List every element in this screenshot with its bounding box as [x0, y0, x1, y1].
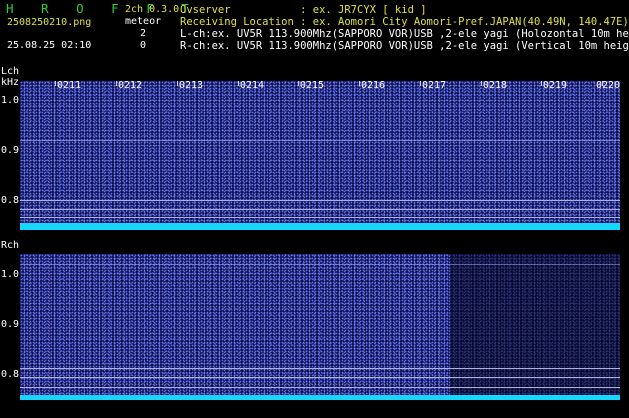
lch-carrier-line — [20, 140, 620, 141]
time-tick — [420, 81, 421, 86]
time-label: 0216 — [361, 80, 386, 91]
rch-ytick-label: 1.0 — [1, 269, 20, 280]
time-label: 0211 — [57, 80, 82, 91]
rch-level-bar — [20, 395, 620, 400]
lch-level-bar — [20, 223, 620, 230]
time-tick — [238, 81, 239, 86]
time-label: 0220 — [596, 80, 621, 91]
time-tick — [298, 81, 299, 86]
lch-ytick-label: 0.8 — [1, 195, 20, 206]
lch-description: L-ch:ex. UV5R 113.900Mhz(SAPPORO VOR)USB… — [180, 28, 629, 40]
mode-label: 2ch 0.3.0 — [125, 4, 180, 15]
meteor-label: meteor — [125, 16, 162, 27]
datetime-label: 25.08.25 02:10 — [7, 40, 92, 51]
time-label: 0215 — [300, 80, 325, 91]
time-label: 0212 — [118, 80, 143, 91]
rch-label: Rch — [1, 240, 20, 251]
lch-marker-line-1 — [20, 200, 620, 201]
lch-ytick-label: 0.9 — [1, 145, 20, 156]
filename-label: 2508250210.png — [7, 17, 92, 28]
time-label: 0214 — [240, 80, 265, 91]
lch-spectrogram — [20, 81, 620, 230]
rch-ytick-label: 0.9 — [1, 319, 20, 330]
rch-marker-line-2 — [20, 377, 620, 378]
lch-marker-line-3 — [20, 217, 620, 218]
time-label: 0218 — [483, 80, 508, 91]
time-label: 0213 — [179, 80, 204, 91]
rch-marker-line-1 — [20, 368, 620, 369]
meteor-count-lch: 2 — [140, 28, 147, 39]
time-tick — [481, 81, 482, 86]
location-line: Receiving Location : ex. Aomori City Aom… — [180, 16, 629, 28]
time-label: 0219 — [543, 80, 568, 91]
time-tick — [177, 81, 178, 86]
rch-ytick-label: 0.8 — [1, 369, 20, 380]
lch-noise-texture — [20, 81, 620, 230]
time-tick — [55, 81, 56, 86]
meteor-count-rch: 0 — [140, 40, 147, 51]
lch-marker-line-2 — [20, 209, 620, 210]
rch-carrier-line — [20, 264, 620, 265]
rch-marker-line-3 — [20, 387, 620, 388]
rch-dark-band — [450, 254, 620, 400]
time-tick — [359, 81, 360, 86]
time-tick — [541, 81, 542, 86]
time-label: 0217 — [422, 80, 447, 91]
time-tick — [116, 81, 117, 86]
rch-spectrogram — [20, 254, 620, 400]
lch-ytick-label: 1.0 — [1, 95, 20, 106]
observer-line: Ovserver : ex. JR7CYX [ kid ] — [180, 4, 427, 16]
rch-description: R-ch:ex. UV5R 113.900Mhz(SAPPORO VOR)USB… — [180, 40, 629, 52]
